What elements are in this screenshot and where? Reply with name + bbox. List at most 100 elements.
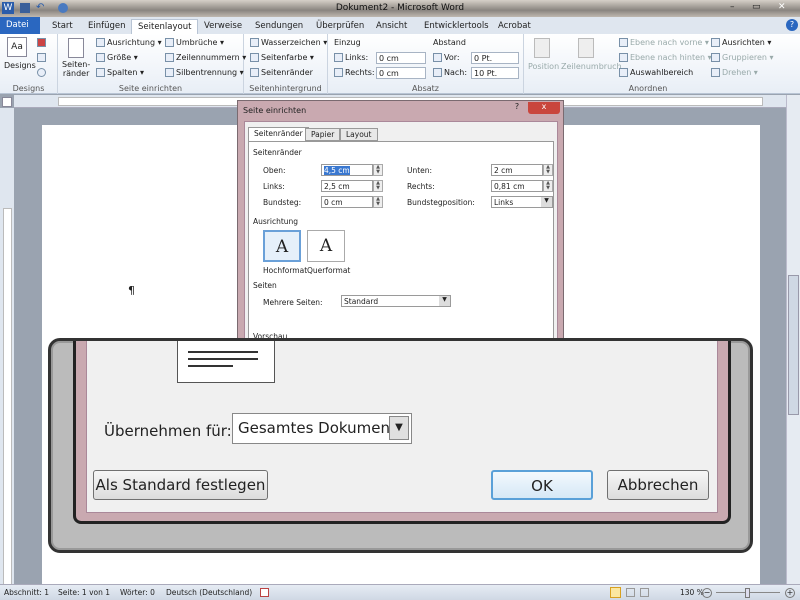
paragraph-mark: ¶ <box>128 284 135 297</box>
tab-selector[interactable] <box>2 97 12 107</box>
rotate-button[interactable]: Drehen ▾ <box>711 68 758 77</box>
apply-to-select[interactable]: Gesamtes Dokument <box>232 413 412 444</box>
send-backward-button[interactable]: Ebene nach hinten ▾ <box>619 53 712 62</box>
status-language[interactable]: Deutsch (Deutschland) <box>166 585 252 600</box>
designs-button[interactable]: Designs <box>4 61 36 70</box>
align-button[interactable]: Ausrichten ▾ <box>711 38 771 47</box>
bring-forward-button[interactable]: Ebene nach vorne ▾ <box>619 38 709 47</box>
ok-button[interactable]: OK <box>491 470 593 500</box>
zoom-in-button[interactable]: + <box>785 588 795 598</box>
status-page[interactable]: Seite: 1 von 1 <box>58 585 110 600</box>
dialog-close-button[interactable]: x <box>528 102 560 114</box>
spacing-after-input[interactable]: 10 Pt. <box>471 67 519 79</box>
position-button[interactable]: Position <box>528 62 559 71</box>
tab-start[interactable]: Start <box>46 19 79 34</box>
vertical-ruler[interactable] <box>0 108 14 588</box>
tab-ueberpruefen[interactable]: Überprüfen <box>310 19 370 34</box>
left-margin-input[interactable]: 2,5 cm <box>321 180 373 192</box>
bottom-margin-spinner[interactable]: ▲ ▼ <box>543 164 553 176</box>
gutter-spinner[interactable]: ▲ ▼ <box>373 196 383 208</box>
vertical-scrollbar[interactable] <box>786 95 800 584</box>
tab-einfuegen[interactable]: Einfügen <box>82 19 132 34</box>
top-label: Oben: <box>263 166 286 175</box>
multiple-pages-label: Mehrere Seiten: <box>263 298 323 307</box>
section-margins: Seitenränder <box>253 148 302 157</box>
gutter-label: Bundsteg: <box>263 198 302 207</box>
indent-left-label: Links: <box>334 53 368 62</box>
portrait-label: Hochformat <box>263 266 308 275</box>
tab-acrobat[interactable]: Acrobat <box>492 19 537 34</box>
group-anordnen: Position Zeilenumbruch Ebene nach vorne … <box>524 34 774 94</box>
scrollbar-thumb[interactable] <box>788 275 799 415</box>
left-label: Links: <box>263 182 285 191</box>
hyphenation-button[interactable]: Silbentrennung ▾ <box>165 68 244 77</box>
right-margin-input[interactable]: 0,81 cm <box>491 180 543 192</box>
size-button[interactable]: Größe ▾ <box>96 53 138 62</box>
top-margin-input[interactable]: 4,5 cm <box>321 164 373 176</box>
wrap-text-button[interactable]: Zeilenumbruch <box>561 62 622 71</box>
gutter-input[interactable]: 0 cm <box>321 196 373 208</box>
group-button[interactable]: Gruppieren ▾ <box>711 53 774 62</box>
effects-icon[interactable] <box>37 68 46 77</box>
dialog-title: Seite einrichten <box>243 106 307 115</box>
minimize-button[interactable]: – <box>730 2 735 12</box>
indent-left-input[interactable]: 0 cm <box>376 52 426 64</box>
colors-icon[interactable] <box>37 38 46 47</box>
multiple-pages-select[interactable]: Standard <box>341 295 451 307</box>
zoom-level[interactable]: 130 % <box>680 585 704 600</box>
group-seite-einrichten: Seiten- ränder Ausrichtung ▾ Größe ▾ Spa… <box>58 34 246 94</box>
left-margin-spinner[interactable]: ▲ ▼ <box>373 180 383 192</box>
landscape-button[interactable]: A <box>307 230 345 262</box>
indent-right-input[interactable]: 0 cm <box>376 67 426 79</box>
breaks-button[interactable]: Umbrüche ▾ <box>165 38 224 47</box>
tab-datei[interactable]: Datei <box>0 17 40 34</box>
margins-button[interactable]: Seiten- ränder <box>62 60 90 78</box>
tab-seitenlayout[interactable]: Seitenlayout <box>131 19 199 34</box>
ribbon: Aa Designs Designs Seiten- ränder Ausric… <box>0 34 800 94</box>
set-as-default-button[interactable]: Als Standard festlegen <box>93 470 268 500</box>
tab-seitenraender[interactable]: Seitenränder <box>248 127 309 142</box>
bottom-margin-input[interactable]: 2 cm <box>491 164 543 176</box>
chevron-down-icon[interactable]: ▼ <box>541 197 552 207</box>
zoom-out-button[interactable]: − <box>702 588 712 598</box>
print-layout-icon[interactable] <box>610 587 621 598</box>
page-borders-button[interactable]: Seitenränder <box>250 68 313 77</box>
proofing-icon[interactable] <box>260 588 269 597</box>
position-icon <box>534 38 550 58</box>
dialog-help-button[interactable]: ? <box>508 102 526 114</box>
chevron-down-icon[interactable]: ▼ <box>439 296 450 306</box>
full-screen-icon[interactable] <box>626 588 635 597</box>
ribbon-tabs: Datei Start Einfügen Seitenlayout Verwei… <box>0 17 800 34</box>
page-color-button[interactable]: Seitenfarbe ▾ <box>250 53 314 62</box>
status-words[interactable]: Wörter: 0 <box>120 585 155 600</box>
orientation-button[interactable]: Ausrichtung ▾ <box>96 38 162 47</box>
close-button[interactable]: ✕ <box>778 2 786 12</box>
zoom-slider-handle[interactable] <box>745 588 750 598</box>
tab-sendungen[interactable]: Sendungen <box>249 19 309 34</box>
fonts-icon[interactable] <box>37 53 46 62</box>
line-numbers-button[interactable]: Zeilennummern ▾ <box>165 53 246 62</box>
tab-verweise[interactable]: Verweise <box>198 19 248 34</box>
right-margin-spinner[interactable]: ▲ ▼ <box>543 180 553 192</box>
spacing-before-input[interactable]: 0 Pt. <box>471 52 519 64</box>
portrait-button[interactable]: A <box>263 230 301 262</box>
chevron-down-icon[interactable]: ▼ <box>389 416 409 440</box>
group-label: Seite einrichten <box>118 84 183 93</box>
margins-icon <box>68 38 84 58</box>
tab-papier[interactable]: Papier <box>305 128 341 141</box>
status-section[interactable]: Abschnitt: 1 <box>4 585 49 600</box>
group-absatz: Einzug Links: 0 cm Rechts: 0 cm Abstand … <box>328 34 524 94</box>
cancel-button[interactable]: Abbrechen <box>607 470 709 500</box>
tab-ansicht[interactable]: Ansicht <box>370 19 413 34</box>
top-margin-spinner[interactable]: ▲ ▼ <box>373 164 383 176</box>
help-icon[interactable]: ? <box>786 19 798 31</box>
magnified-dialog-bottom: Übernehmen für: Gesamtes Dokument ▼ Als … <box>48 338 753 553</box>
maximize-button[interactable]: ▭ <box>752 2 761 12</box>
watermark-button[interactable]: Wasserzeichen ▾ <box>250 38 327 47</box>
tab-entwicklertools[interactable]: Entwicklertools <box>418 19 495 34</box>
tab-layout[interactable]: Layout <box>340 128 378 141</box>
selection-pane-button[interactable]: Auswahlbereich <box>619 68 693 77</box>
columns-button[interactable]: Spalten ▾ <box>96 68 144 77</box>
title-bar: W ↶ Dokument2 - Microsoft Word – ▭ ✕ <box>0 0 800 17</box>
web-layout-icon[interactable] <box>640 588 649 597</box>
